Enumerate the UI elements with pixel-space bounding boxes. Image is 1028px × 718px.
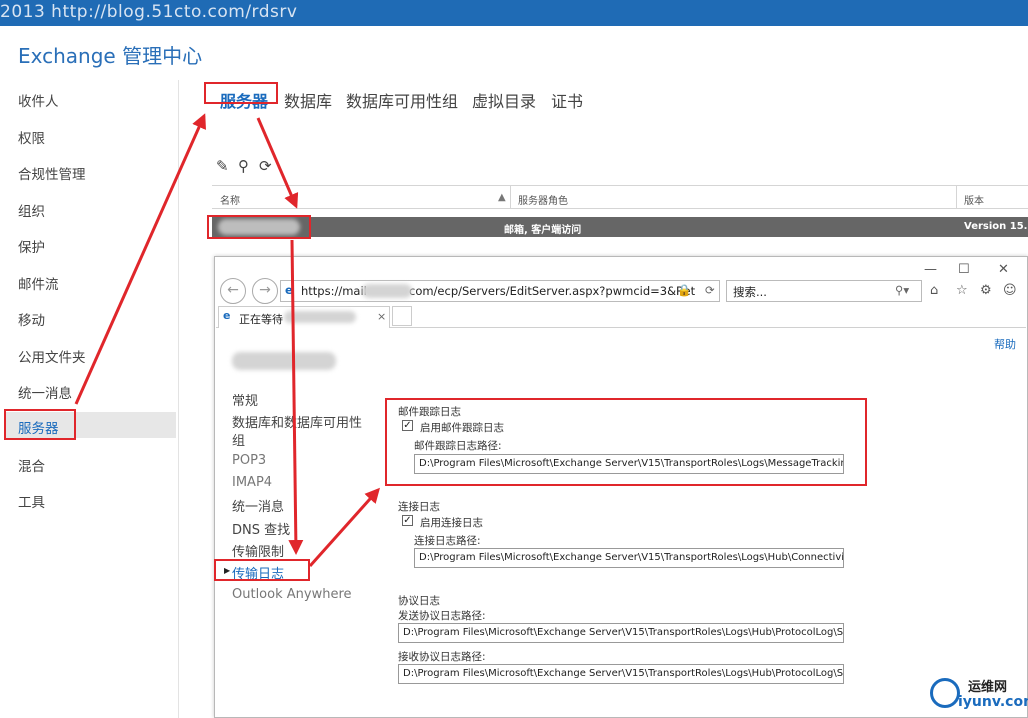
minimize-icon[interactable]: — xyxy=(924,262,937,277)
connectivity-path-label: 连接日志路径: xyxy=(414,535,481,547)
ie-icon: e xyxy=(285,283,293,297)
edit-icon[interactable]: ✎ xyxy=(216,157,229,175)
nav-unified-messaging[interactable]: 统一消息 xyxy=(18,382,72,402)
back-button[interactable]: ← xyxy=(220,278,246,304)
arrow-nav-to-tab xyxy=(74,113,206,405)
help-link[interactable]: 帮助 xyxy=(994,336,1016,352)
annotation-box-tracking xyxy=(385,398,867,486)
annotation-box-nav-servers xyxy=(4,409,76,440)
nav-recipients[interactable]: 收件人 xyxy=(18,90,59,110)
popup-nav-general[interactable]: 常规 xyxy=(232,390,258,409)
tab-virtual-directories[interactable]: 虚拟目录 xyxy=(472,88,536,112)
refresh-page-icon[interactable]: ⟳ xyxy=(705,283,715,297)
col-name[interactable]: 名称 xyxy=(220,192,240,207)
logo-bottom-text: iyunv.com xyxy=(958,694,1028,710)
col-version[interactable]: 版本 xyxy=(964,192,984,207)
watermark-text: 2013 http://blog.51cto.com/rdsrv xyxy=(0,2,298,22)
app-title: Exchange 管理中心 xyxy=(18,44,203,68)
nav-protection[interactable]: 保护 xyxy=(18,236,45,256)
popup-nav-pop3[interactable]: POP3 xyxy=(232,453,266,468)
tab-dag[interactable]: 数据库可用性组 xyxy=(346,88,458,112)
new-tab-button[interactable] xyxy=(392,306,412,326)
home-icon[interactable]: ⌂ xyxy=(930,283,938,298)
receive-path-field[interactable]: D:\Program Files\Microsoft\Exchange Serv… xyxy=(398,664,844,684)
annotation-box-tab-servers xyxy=(204,82,278,104)
settings-icon[interactable]: ⚙ xyxy=(980,283,992,298)
smiley-icon[interactable]: ☺ xyxy=(1003,283,1017,298)
annotation-box-server-row xyxy=(207,215,311,239)
url-prefix: https://mail xyxy=(301,284,367,298)
annotation-box-transport-logs xyxy=(214,559,310,581)
popup-nav-um[interactable]: 统一消息 xyxy=(232,496,284,515)
sort-arrow-icon[interactable]: ▲ xyxy=(498,192,506,203)
cell-role: 邮箱, 客户端访问 xyxy=(504,225,582,236)
close-window-icon[interactable]: ✕ xyxy=(998,262,1009,277)
search-go-icon[interactable]: ⚲▾ xyxy=(895,283,909,297)
nav-public-folders[interactable]: 公用文件夹 xyxy=(18,346,86,366)
popup-nav-db-dag[interactable]: 数据库和数据库可用性 xyxy=(232,412,362,431)
cell-version: Version 15.0 xyxy=(964,221,1028,232)
top-bar: 2013 http://blog.51cto.com/rdsrv xyxy=(0,0,1028,26)
logo-top-text: 运维网 xyxy=(968,680,1008,695)
ie-tab-icon: e xyxy=(223,309,231,322)
nav-tools[interactable]: 工具 xyxy=(18,491,45,511)
connectivity-path-field[interactable]: D:\Program Files\Microsoft\Exchange Serv… xyxy=(414,548,844,568)
col-divider xyxy=(510,186,511,208)
protocol-title: 协议日志 xyxy=(398,595,440,607)
redacted-tab-title xyxy=(284,311,356,323)
redacted-server-title xyxy=(232,352,336,370)
send-path-label: 发送协议日志路径: xyxy=(398,610,486,622)
nav-mailflow[interactable]: 邮件流 xyxy=(18,273,59,293)
table-row[interactable]: 邮箱, 客户端访问 Version 15.0 xyxy=(212,217,1028,237)
connectivity-enable-label: 启用连接日志 xyxy=(420,517,483,529)
nav-permissions[interactable]: 权限 xyxy=(18,127,45,147)
refresh-icon[interactable]: ⟳ xyxy=(259,157,272,175)
nav-compliance[interactable]: 合规性管理 xyxy=(18,163,86,183)
lock-icon[interactable]: 🔒 xyxy=(677,283,691,297)
close-tab-icon[interactable]: × xyxy=(377,310,386,323)
popup-nav-outlook-anywhere[interactable]: Outlook Anywhere xyxy=(232,587,352,602)
send-path-field[interactable]: D:\Program Files\Microsoft\Exchange Serv… xyxy=(398,623,844,643)
nav-mobile[interactable]: 移动 xyxy=(18,309,45,329)
connectivity-title: 连接日志 xyxy=(398,501,440,513)
nav-divider xyxy=(178,80,179,718)
popup-nav-db-dag-cont[interactable]: 组 xyxy=(232,430,245,449)
nav-organization[interactable]: 组织 xyxy=(18,200,45,220)
redacted-domain xyxy=(362,284,412,298)
favorites-icon[interactable]: ☆ xyxy=(956,283,968,298)
grid-header: 名称 ▲ 服务器角色 版本 xyxy=(212,185,1028,209)
maximize-icon[interactable]: ☐ xyxy=(958,262,970,277)
nav-hybrid[interactable]: 混合 xyxy=(18,455,45,475)
address-bar[interactable]: e https://mail com/ecp/Servers/EditServe… xyxy=(280,280,720,302)
url-suffix: com/ecp/Servers/EditServer.aspx?pwmcid=3… xyxy=(409,284,696,298)
forward-button[interactable]: → xyxy=(252,278,278,304)
site-logo: 运维网 iyunv.com xyxy=(926,672,1028,716)
col-divider xyxy=(956,186,957,208)
tab-databases[interactable]: 数据库 xyxy=(284,88,332,112)
tab-certificates[interactable]: 证书 xyxy=(551,88,583,112)
tab-title: 正在等待 xyxy=(239,313,283,326)
search-placeholder: 搜索... xyxy=(733,285,767,299)
connectivity-checkbox[interactable]: ✓ xyxy=(402,515,413,526)
browser-search-input[interactable]: 搜索... ⚲▾ xyxy=(726,280,922,302)
popup-nav-transport-limits[interactable]: 传输限制 xyxy=(232,541,284,560)
popup-nav-imap4[interactable]: IMAP4 xyxy=(232,475,272,490)
search-icon[interactable]: ⚲ xyxy=(238,157,249,175)
logo-circle-icon xyxy=(930,678,960,708)
popup-nav-dns[interactable]: DNS 查找 xyxy=(232,519,290,538)
receive-path-label: 接收协议日志路径: xyxy=(398,651,486,663)
col-role[interactable]: 服务器角色 xyxy=(518,192,568,207)
